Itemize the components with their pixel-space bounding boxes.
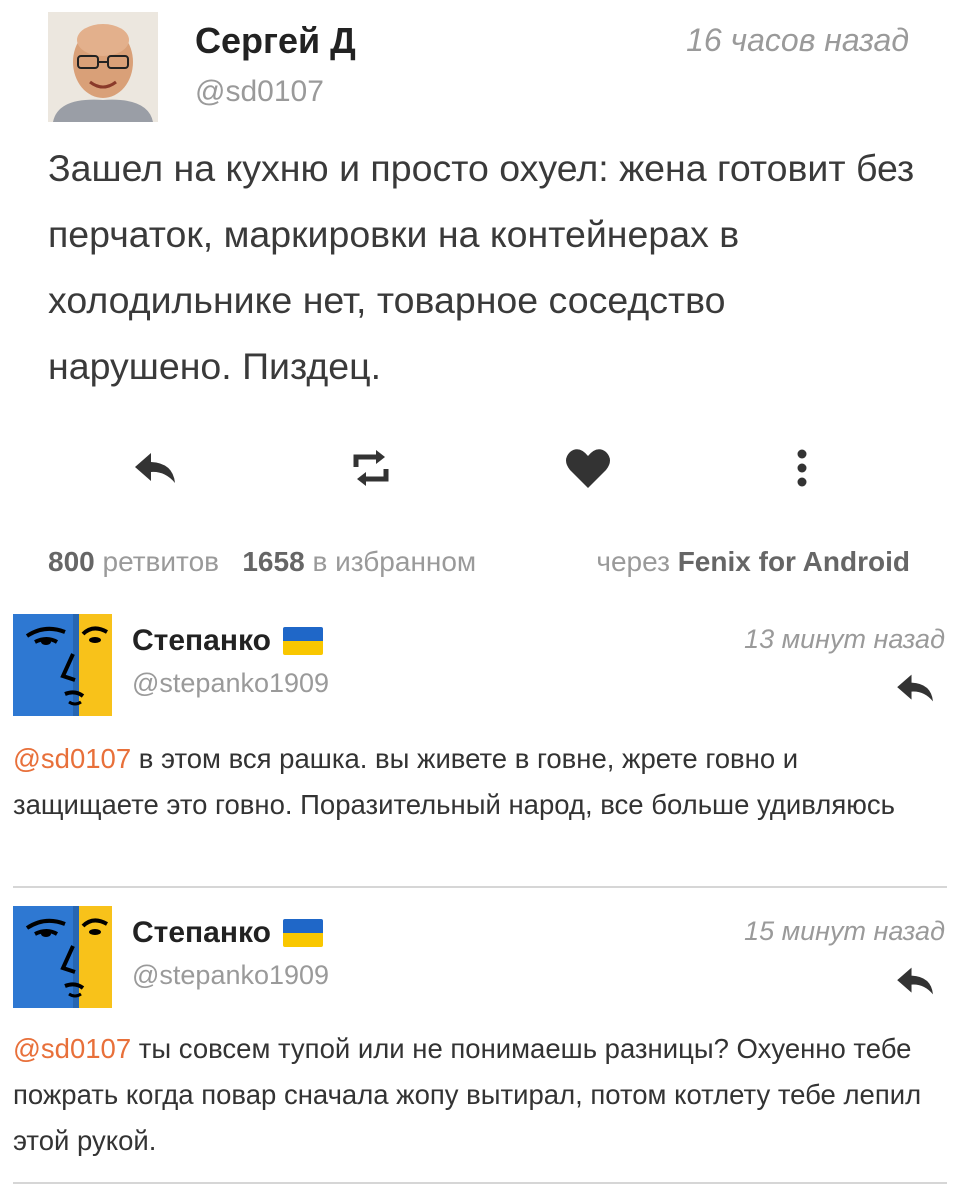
- tweet-text: Зашел на кухню и просто охуел: жена гото…: [48, 147, 915, 387]
- more-icon: [797, 449, 807, 487]
- mention-link[interactable]: @sd0107: [13, 743, 131, 774]
- tweet-stats: 800 ретвитов 1658 в избранном через Feni…: [48, 546, 910, 578]
- reply-text: @sd0107 ты совсем тупой или не понимаешь…: [13, 1026, 943, 1164]
- reply-handle[interactable]: @stepanko1909: [132, 960, 329, 991]
- reply-avatar[interactable]: [13, 614, 112, 716]
- tweet-timestamp: 16 часов назад: [686, 22, 909, 58]
- favorites-label: в избранном: [312, 546, 477, 577]
- reply-avatar-image: [13, 614, 112, 716]
- stats-counts: 800 ретвитов 1658 в избранном: [48, 546, 476, 578]
- reply-handle[interactable]: @stepanko1909: [132, 668, 329, 699]
- retweets-label: ретвитов: [102, 546, 220, 577]
- retweet-icon: [353, 450, 389, 486]
- mention-link[interactable]: @sd0107: [13, 1033, 131, 1064]
- reply-author-name: Степанко: [132, 916, 271, 949]
- more-button[interactable]: [774, 440, 830, 496]
- reply-author-name: Степанко: [132, 624, 271, 657]
- client-info: через Fenix for Android: [596, 546, 910, 578]
- reply-avatar[interactable]: [13, 906, 112, 1008]
- reply-text: @sd0107 в этом вся рашка. вы живете в го…: [13, 736, 943, 828]
- ukraine-flag-icon: [282, 627, 323, 655]
- reply-timestamp: 15 минут назад: [744, 916, 945, 946]
- author-avatar-photo: [48, 12, 158, 122]
- reply-author[interactable]: Степанко: [132, 624, 323, 658]
- reply-body: ты совсем тупой или не понимаешь разницы…: [13, 1033, 922, 1156]
- reply-author[interactable]: Степанко: [132, 916, 323, 950]
- reply-avatar-image: [13, 906, 112, 1008]
- retweets-count: 800: [48, 546, 95, 577]
- author-handle[interactable]: @sd0107: [195, 75, 324, 109]
- reply-to-reply-button[interactable]: [895, 964, 937, 998]
- divider: [13, 886, 947, 888]
- favorites-count: 1658: [242, 546, 305, 577]
- reply-icon: [897, 967, 933, 995]
- reply-icon: [135, 453, 175, 483]
- divider: [13, 1182, 947, 1184]
- author-avatar[interactable]: [48, 12, 158, 122]
- reply-to-reply-button[interactable]: [895, 671, 937, 705]
- heart-icon: [566, 449, 610, 488]
- like-button[interactable]: [560, 440, 616, 496]
- author-name[interactable]: Сергей Д: [195, 20, 356, 62]
- via-label: через: [596, 546, 670, 577]
- reply-button[interactable]: [128, 440, 184, 496]
- ukraine-flag-icon: [282, 919, 323, 947]
- reply-body: в этом вся рашка. вы живете в говне, жре…: [13, 743, 895, 820]
- reply-icon: [897, 674, 933, 702]
- reply-timestamp: 13 минут назад: [744, 624, 945, 654]
- retweet-button[interactable]: [343, 440, 399, 496]
- client-name[interactable]: Fenix for Android: [678, 546, 910, 577]
